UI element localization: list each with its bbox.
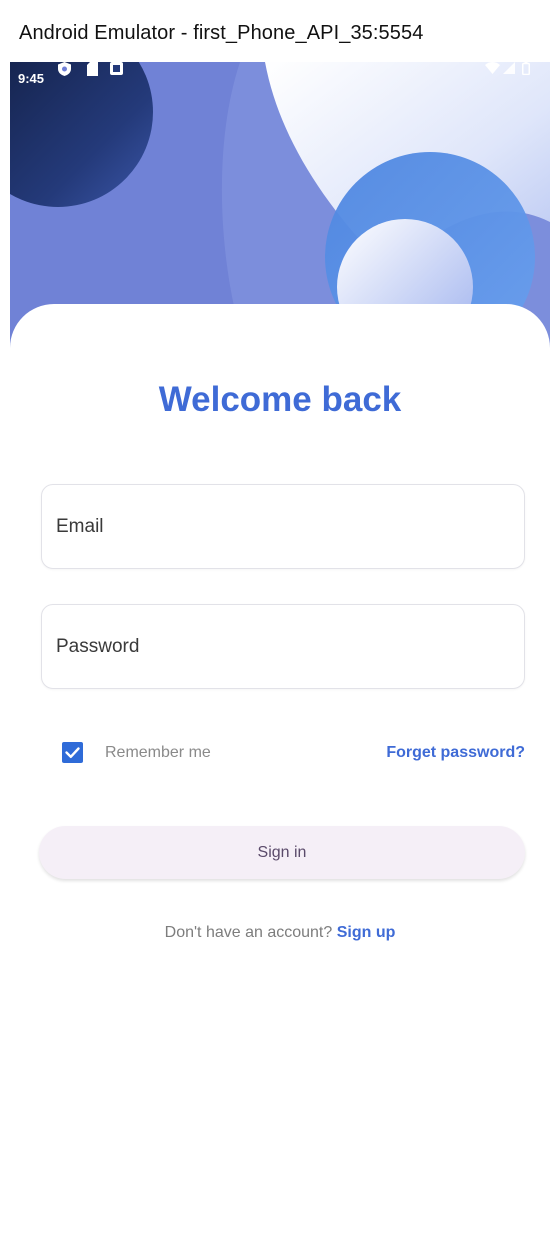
welcome-heading: Welcome back [158,380,402,419]
emulator-title-bar: Android Emulator - first_Phone_API_35:55… [0,0,550,62]
window-title: Android Emulator - first_Phone_API_35:55… [19,22,424,44]
status-time: 9:45 [18,71,45,86]
battery-icon [522,62,530,75]
email-field[interactable] [41,484,525,569]
signup-row: Don't have an account? Sign up [10,924,550,942]
wifi-icon [485,62,500,74]
phone-screen: 9:45 Welcome back Email Remember me Forg… [10,62,550,1253]
forgot-password-link[interactable]: Forget password? [386,744,525,762]
remember-checkbox[interactable] [62,742,83,763]
sim-card-icon [87,62,98,76]
login-card [10,304,550,1253]
remember-row: Remember me Forget password? [10,738,550,768]
signup-prompt: Don't have an account? [164,924,337,941]
password-field[interactable] [41,604,525,689]
checkmark-icon [65,747,80,758]
shield-icon [58,62,71,76]
signal-icon [503,62,515,74]
email-input[interactable] [42,485,524,568]
password-input[interactable] [42,605,524,688]
remember-label[interactable]: Remember me [105,744,211,762]
notification-icon [110,62,123,75]
sign-in-button[interactable]: Sign in [39,826,525,879]
sign-up-link[interactable]: Sign up [337,924,396,941]
status-bar: 9:45 [10,62,550,96]
